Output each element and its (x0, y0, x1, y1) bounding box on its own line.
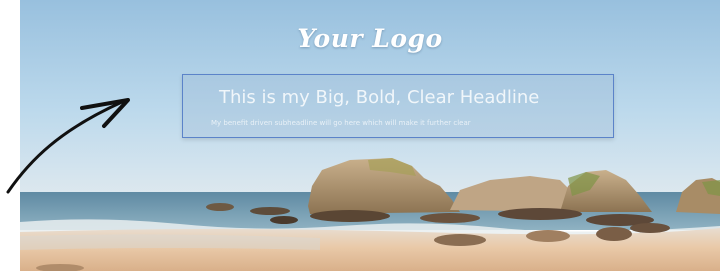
page: Your Logo This is my Big, Bold, Clear He… (0, 0, 720, 271)
headline: This is my Big, Bold, Clear Headline (219, 87, 540, 108)
hand-drawn-arrow-icon (6, 98, 130, 194)
logo[interactable]: Your Logo (20, 24, 720, 53)
subheadline: My benefit driven subheadline will go he… (211, 119, 471, 127)
headline-box[interactable]: This is my Big, Bold, Clear Headline My … (182, 74, 614, 138)
